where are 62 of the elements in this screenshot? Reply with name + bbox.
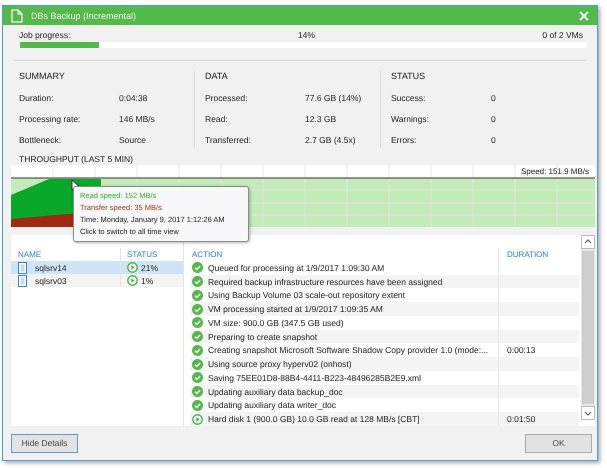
action-text: Using source proxy hyperv02 (onhost) [208, 359, 352, 370]
stat-value: 2.7 GB (4.5x) [305, 135, 356, 145]
stat-label: Processed: [205, 93, 249, 103]
action-text: Using Backup Volume 03 scale-out repository extent [208, 290, 406, 300]
action-text: Creating snapshot Microsoft Software Shadow Copy provider 1.0 (mode:... [208, 345, 488, 356]
stat-value: 77.6 GB (14%) [305, 93, 362, 103]
stat-value: 12.3 GB [305, 114, 336, 124]
stat-value: 0 [491, 114, 496, 124]
action-text: Updating auxiliary data backup_doc [208, 386, 343, 397]
progress-count: 0 of 2 VMs [542, 30, 583, 40]
stat-label: Transferred: [205, 135, 252, 145]
scroll-thumb[interactable] [582, 251, 594, 404]
stat-value: 146 MB/s [119, 114, 155, 124]
column-header[interactable]: ACTION [190, 248, 499, 261]
section-heading: DATA [205, 71, 229, 81]
stat-label: Success: [391, 93, 426, 103]
vm-name: sqlsrv03 [35, 276, 67, 286]
action-text: Saving 75EE01D8-88B4-4411-B223-48496285B2E9.xml [208, 372, 421, 383]
check-icon [192, 262, 203, 274]
vm-status: 21% [141, 262, 158, 272]
play-icon [127, 262, 138, 273]
server-icon [18, 274, 27, 286]
action-duration: 0:00:13 [507, 345, 536, 356]
server-icon [18, 262, 27, 274]
section-heading: SUMMARY [19, 71, 66, 81]
stat-label: Errors: [391, 135, 418, 145]
vm-name: sqlsrv14 [35, 262, 67, 272]
progress-percent: 14% [298, 30, 315, 40]
action-text: VM processing started at 1/9/2017 1:09:35 AM [208, 304, 383, 314]
action-text: Queued for processing at 1/9/2017 1:09:30 AM [208, 262, 384, 273]
hide-details-button[interactable]: Hide Details [11, 434, 78, 452]
stat-label: Processing rate: [19, 114, 82, 124]
stat-label: Read: [205, 114, 229, 124]
play-icon [127, 275, 138, 286]
action-text: Updating auxiliary data writer_doc [208, 400, 336, 410]
stat-value: 0:04:38 [119, 93, 148, 103]
window-title: DBs Backup (Incremental) [31, 10, 138, 20]
section-heading: STATUS [391, 71, 426, 81]
stat-value: 0 [491, 135, 496, 145]
action-text: Hard disk 1 (900.0 GB) 10.0 GB read at 128 MB/s [CBT] [208, 414, 420, 424]
action-text: Preparing to create snapshot [208, 332, 318, 342]
scroll-up-icon[interactable] [581, 235, 595, 249]
progress-label: Job progress: [19, 30, 70, 40]
document-icon [11, 8, 23, 22]
speed-label: Speed: 151.9 MB/s [520, 167, 589, 176]
stat-label: Bottleneck: [19, 135, 62, 145]
ok-button[interactable]: OK [525, 434, 592, 452]
column-header[interactable]: STATUS [121, 248, 183, 261]
column-header[interactable]: DURATION [499, 248, 579, 261]
stat-label: Warnings: [391, 114, 430, 124]
stat-label: Duration: [19, 93, 54, 103]
vm-row[interactable]: sqlsrv03 1% [11, 274, 183, 287]
action-duration: 0:01:50 [507, 414, 536, 424]
stat-value: 0 [491, 93, 496, 103]
scrollbar[interactable] [581, 235, 595, 420]
action-text: VM size: 900.0 GB (347.5 GB used) [208, 318, 344, 328]
scroll-down-icon[interactable] [581, 406, 595, 420]
stat-value: Source [119, 135, 146, 145]
vm-status: 1% [141, 276, 154, 286]
vm-row[interactable]: sqlsrv14 21% [11, 261, 183, 274]
section-heading: THROUGHPUT (LAST 5 MIN) [18, 153, 134, 165]
action-text: Required backup infrastructure resources have been assigned [208, 276, 442, 287]
